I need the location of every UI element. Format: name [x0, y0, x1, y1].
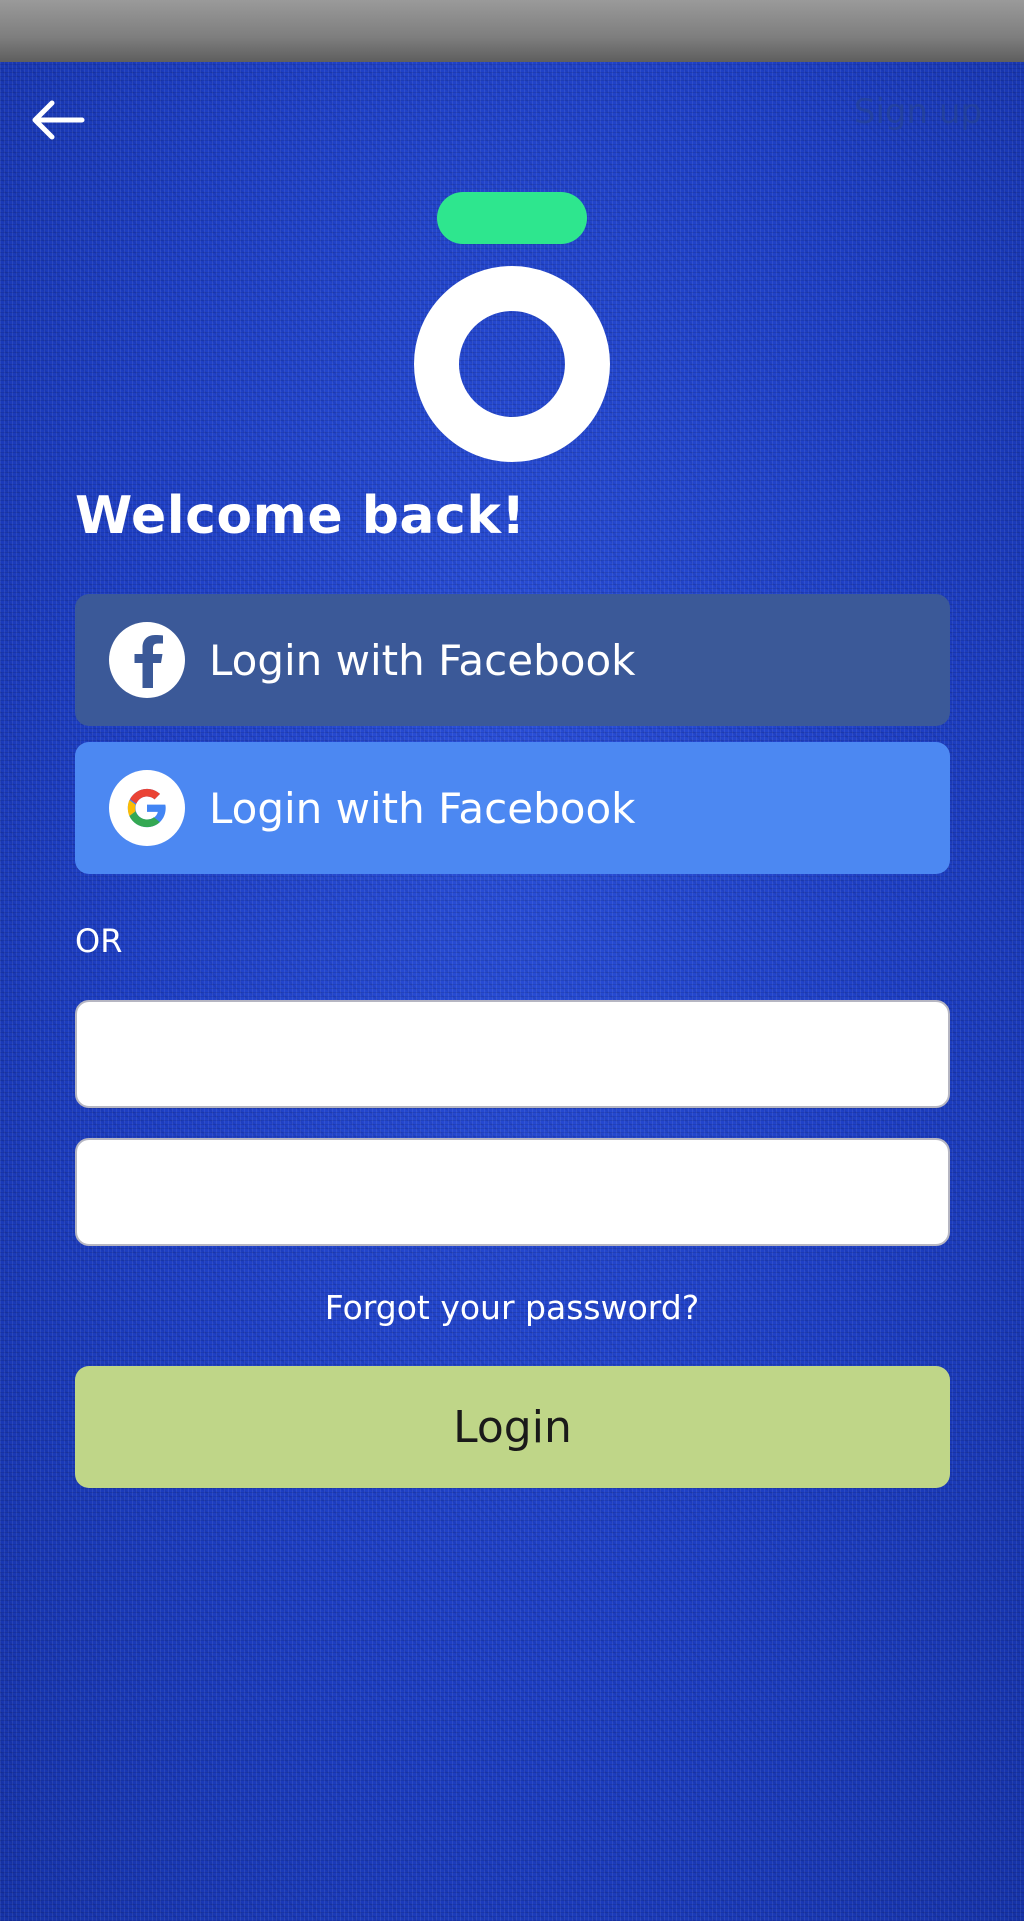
logo-bar [437, 192, 587, 244]
app-logo [412, 192, 612, 464]
facebook-login-button[interactable]: Login with Facebook [75, 594, 950, 726]
google-icon [109, 770, 185, 846]
google-login-label: Login with Facebook [209, 783, 636, 833]
sign-up-link[interactable]: Sign up [854, 92, 982, 132]
password-field[interactable] [75, 1138, 950, 1246]
or-divider-label: OR [75, 922, 123, 960]
logo-ring [414, 266, 610, 462]
status-bar [0, 0, 1024, 62]
google-login-button[interactable]: Login with Facebook [75, 742, 950, 874]
page-title: Welcome back! [75, 486, 526, 546]
login-screen: Sign up Welcome back! Login with Faceboo… [0, 0, 1024, 1921]
login-button[interactable]: Login [75, 1366, 950, 1488]
facebook-login-label: Login with Facebook [209, 635, 636, 685]
email-field[interactable] [75, 1000, 950, 1108]
forgot-password-link[interactable]: Forgot your password? [0, 1288, 1024, 1327]
facebook-icon [109, 622, 185, 698]
arrow-left-icon [32, 100, 85, 140]
back-button[interactable] [30, 98, 86, 142]
